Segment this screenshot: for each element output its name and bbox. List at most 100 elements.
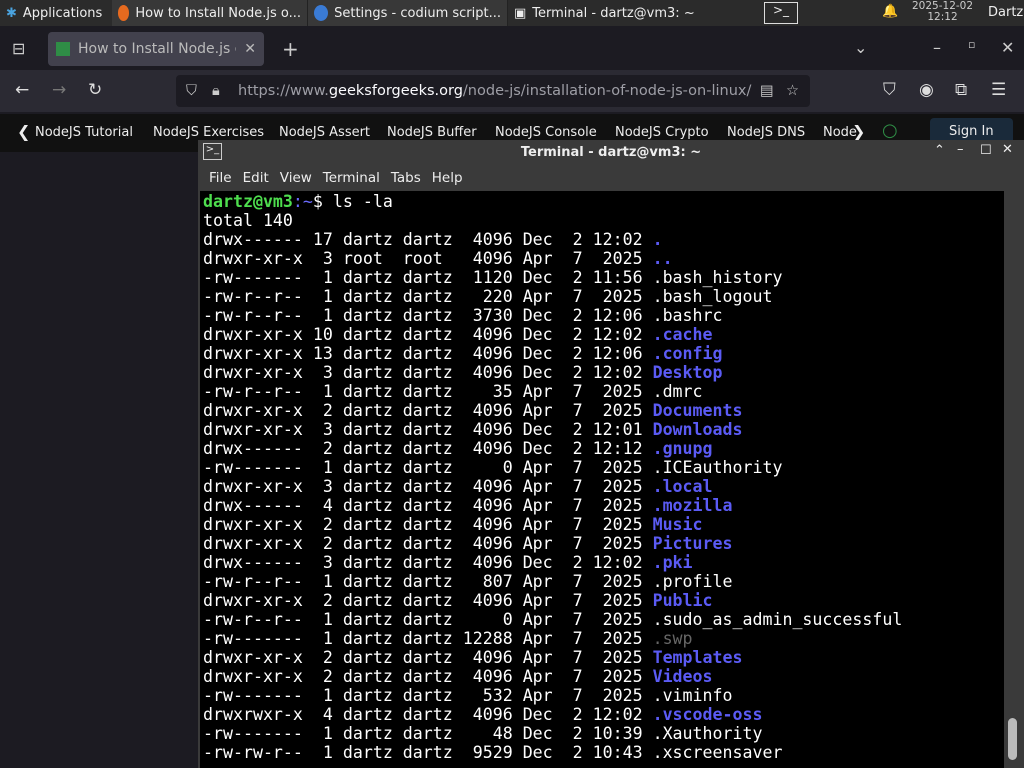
workspace-switcher[interactable]: >_ bbox=[764, 2, 798, 24]
bookmark-star-icon[interactable]: ☆ bbox=[786, 83, 799, 99]
menu-terminal[interactable]: Terminal bbox=[318, 170, 386, 186]
minimize-button[interactable]: – bbox=[957, 142, 964, 157]
listing-row: -rw-r--r-- 1 dartz dartz 0 Apr 7 2025 .s… bbox=[203, 610, 1001, 629]
close-button[interactable]: ✕ bbox=[1002, 142, 1013, 157]
listing-row: drwxr-xr-x 3 dartz dartz 4096 Dec 2 12:0… bbox=[203, 420, 1001, 439]
file-name: .bashrc bbox=[652, 306, 723, 325]
file-meta: drwx------ 3 dartz dartz 4096 Dec 2 12:0… bbox=[203, 553, 653, 572]
file-name: Pictures bbox=[652, 534, 733, 553]
file-meta: drwxrwxr-x 4 dartz dartz 4096 Dec 2 12:0… bbox=[203, 705, 653, 724]
listing-row: -rw------- 1 dartz dartz 12288 Apr 7 202… bbox=[203, 629, 1001, 648]
terminal-scrollbar[interactable] bbox=[1004, 191, 1024, 768]
site-nav-link[interactable]: NodeJS Crypto bbox=[615, 125, 709, 140]
listing-row: -rw------- 1 dartz dartz 532 Apr 7 2025 … bbox=[203, 686, 1001, 705]
file-name: .dmrc bbox=[652, 382, 703, 401]
file-name: .profile bbox=[652, 572, 733, 591]
listing-row: drwxr-xr-x 13 dartz dartz 4096 Dec 2 12:… bbox=[203, 344, 1001, 363]
file-meta: -rw------- 1 dartz dartz 532 Apr 7 2025 bbox=[203, 686, 653, 705]
notification-bell-icon[interactable]: 🔔 bbox=[882, 4, 898, 19]
file-meta: drwxr-xr-x 2 dartz dartz 4096 Apr 7 2025 bbox=[203, 534, 653, 553]
listing-row: drwxr-xr-x 2 dartz dartz 4096 Apr 7 2025… bbox=[203, 648, 1001, 667]
scroll-left-icon[interactable]: ❮ bbox=[17, 122, 30, 141]
menu-view[interactable]: View bbox=[275, 170, 318, 186]
tab-close-icon[interactable]: ✕ bbox=[244, 41, 256, 57]
listing-row: drwxr-xr-x 2 dartz dartz 4096 Apr 7 2025… bbox=[203, 667, 1001, 686]
terminal-menubar: File Edit View Terminal Tabs Help bbox=[198, 165, 1024, 191]
scroll-right-icon[interactable]: ❯ bbox=[852, 122, 865, 141]
url-bar[interactable]: ⛉ 🔒︎ https://www. geeksforgeeks.org/node-… bbox=[176, 75, 810, 107]
menu-icon[interactable]: ☰ bbox=[991, 80, 1006, 100]
tab-active[interactable]: How to Install Node.js or ✕ bbox=[48, 32, 264, 66]
applications-menu[interactable]: ✱ Applications bbox=[0, 0, 112, 26]
xfce-icon: ✱ bbox=[6, 5, 17, 21]
file-name: Music bbox=[652, 515, 703, 534]
file-name: .sudo_as_admin_successful bbox=[652, 610, 903, 629]
listing-row: drwxr-xr-x 2 dartz dartz 4096 Apr 7 2025… bbox=[203, 534, 1001, 553]
new-tab-button[interactable]: + bbox=[282, 37, 299, 61]
listing-row: drwxr-xr-x 3 dartz dartz 4096 Apr 7 2025… bbox=[203, 477, 1001, 496]
taskbar-window-terminal[interactable]: ▣ Terminal - dartz@vm3: ~ bbox=[508, 0, 708, 26]
file-meta: drwxr-xr-x 3 dartz dartz 4096 Dec 2 12:0… bbox=[203, 363, 653, 382]
maximize-button[interactable]: ☐ bbox=[980, 143, 992, 158]
browser-nav-bar: ← → ↻ ⛉ 🔒︎ https://www. geeksforgeeks.org… bbox=[0, 70, 1024, 112]
listing-row: drwxr-xr-x 3 dartz dartz 4096 Dec 2 12:0… bbox=[203, 363, 1001, 382]
scrollbar-thumb[interactable] bbox=[1008, 718, 1017, 760]
site-nav-link[interactable]: NodeJS Assert bbox=[279, 125, 370, 140]
file-name: .swp bbox=[652, 629, 693, 648]
site-nav-link[interactable]: NodeJS Exercises bbox=[153, 125, 264, 140]
clock[interactable]: 2025-12-02 12:12 bbox=[912, 1, 973, 23]
listing-row: drwx------ 4 dartz dartz 4096 Apr 7 2025… bbox=[203, 496, 1001, 515]
pocket-icon[interactable]: ⛉ bbox=[883, 80, 896, 100]
minimize-button[interactable]: – bbox=[933, 38, 941, 57]
file-meta: drwxr-xr-x 2 dartz dartz 4096 Apr 7 2025 bbox=[203, 667, 653, 686]
tab-overview-icon[interactable]: ⊟ bbox=[12, 39, 25, 58]
file-meta: drwxr-xr-x 2 dartz dartz 4096 Apr 7 2025 bbox=[203, 515, 653, 534]
forward-icon[interactable]: → bbox=[52, 80, 66, 100]
search-icon[interactable]: ○ bbox=[882, 120, 898, 141]
file-name: .vscode-oss bbox=[652, 705, 763, 724]
menu-edit[interactable]: Edit bbox=[238, 170, 275, 186]
reload-icon[interactable]: ↻ bbox=[88, 80, 102, 100]
account-icon[interactable]: ◉ bbox=[919, 80, 934, 100]
close-button[interactable]: ✕ bbox=[1001, 38, 1014, 57]
file-name: Templates bbox=[652, 648, 743, 667]
back-icon[interactable]: ← bbox=[15, 80, 29, 100]
list-tabs-icon[interactable]: ⌄ bbox=[854, 38, 867, 57]
listing-row: -rw-r--r-- 1 dartz dartz 807 Apr 7 2025 … bbox=[203, 572, 1001, 591]
codium-icon bbox=[314, 5, 329, 21]
file-name: .viminfo bbox=[652, 686, 733, 705]
file-name: .xscreensaver bbox=[652, 743, 783, 762]
extensions-icon[interactable]: ⧉ bbox=[955, 80, 967, 100]
taskbar-window-codium[interactable]: Settings - codium script... bbox=[308, 0, 508, 26]
site-nav-link[interactable]: NodeJS DNS bbox=[727, 125, 805, 140]
file-meta: drwx------ 17 dartz dartz 4096 Dec 2 12:… bbox=[203, 230, 653, 249]
user-menu[interactable]: Dartz bbox=[988, 5, 1023, 20]
taskbar-window-firefox[interactable]: How to Install Node.js o... bbox=[112, 0, 308, 26]
taskbar: ✱ Applications How to Install Node.js o..… bbox=[0, 0, 1024, 26]
terminal-output[interactable]: dartz@vm3:~$ ls -la total 140 drwx------ 1… bbox=[200, 191, 1004, 768]
file-meta: -rw-r--r-- 1 dartz dartz 35 Apr 7 2025 bbox=[203, 382, 653, 401]
listing-row: -rw-rw-r-- 1 dartz dartz 9529 Dec 2 10:4… bbox=[203, 743, 1001, 762]
shade-button[interactable]: ⌃ bbox=[934, 143, 945, 158]
file-meta: -rw-rw-r-- 1 dartz dartz 9529 Dec 2 10:4… bbox=[203, 743, 653, 762]
menu-tabs[interactable]: Tabs bbox=[386, 170, 427, 186]
menu-help[interactable]: Help bbox=[427, 170, 469, 186]
file-name: .ICEauthority bbox=[652, 458, 783, 477]
file-meta: drwxr-xr-x 10 dartz dartz 4096 Dec 2 12:… bbox=[203, 325, 653, 344]
file-meta: drwx------ 4 dartz dartz 4096 Apr 7 2025 bbox=[203, 496, 653, 515]
listing-row: -rw------- 1 dartz dartz 0 Apr 7 2025 .I… bbox=[203, 458, 1001, 477]
file-meta: drwxr-xr-x 3 root root 4096 Apr 7 2025 bbox=[203, 249, 653, 268]
total-line: total 140 bbox=[203, 211, 293, 230]
file-name: Documents bbox=[652, 401, 743, 420]
site-nav-link[interactable]: NodeJS Buffer bbox=[387, 125, 477, 140]
site-nav-link[interactable]: NodeJS Tutorial bbox=[35, 125, 133, 140]
terminal-titlebar[interactable]: >_ Terminal - dartz@vm3: ~ ⌃ – ☐ ✕ bbox=[198, 140, 1024, 165]
site-nav-link[interactable]: NodeJS Console bbox=[495, 125, 597, 140]
terminal-window: >_ Terminal - dartz@vm3: ~ ⌃ – ☐ ✕ File … bbox=[198, 140, 1024, 768]
listing-row: drwx------ 3 dartz dartz 4096 Dec 2 12:0… bbox=[203, 553, 1001, 572]
menu-file[interactable]: File bbox=[204, 170, 238, 186]
reader-view-icon[interactable]: ▤ bbox=[760, 83, 774, 99]
maximize-button[interactable]: ▫ bbox=[968, 38, 975, 51]
firefox-icon bbox=[118, 5, 130, 21]
gfg-favicon bbox=[56, 42, 70, 56]
